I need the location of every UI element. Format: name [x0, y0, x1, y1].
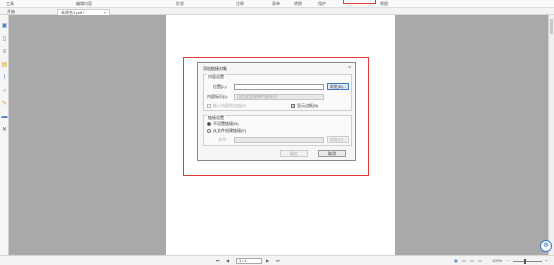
comment-icon[interactable]: ▤: [1, 62, 8, 69]
page-thumbnail-icon[interactable]: ▣: [1, 23, 8, 30]
ribbon-group-tools[interactable]: 工具: [6, 1, 14, 6]
page-number-input[interactable]: 1 / 1: [236, 258, 262, 264]
embed-content-checkbox[interactable]: [207, 104, 211, 108]
cancel-button[interactable]: 取消: [318, 150, 346, 157]
location-input[interactable]: [234, 84, 324, 90]
file-input[interactable]: [234, 137, 324, 143]
ribbon-group-convert[interactable]: 转换: [294, 1, 302, 6]
fit-view-icon[interactable]: ▭: [478, 258, 482, 263]
signature-icon[interactable]: ✎: [1, 101, 8, 108]
search-icon[interactable]: ○: [1, 88, 8, 95]
single-page-view-icon[interactable]: ▣: [454, 258, 458, 263]
two-page-view-icon[interactable]: ▭: [462, 258, 466, 263]
tab-home[interactable]: 开始: [4, 9, 54, 15]
content-input[interactable]: 可在这里选择内容标识: [234, 94, 324, 100]
show-border-label: 显示边框(B): [297, 103, 319, 108]
prev-page-icon[interactable]: ◀: [226, 258, 229, 263]
embed-content-label: 嵌入内容到文档(E): [213, 103, 247, 108]
next-page-icon[interactable]: ▶: [266, 258, 269, 263]
floating-assistant-button[interactable]: ⊕: [540, 240, 552, 252]
tools-icon[interactable]: ✕: [1, 127, 8, 134]
first-page-icon[interactable]: ⏮: [216, 258, 220, 263]
zoom-in-icon[interactable]: +: [545, 258, 547, 263]
tab-document[interactable]: 未命名1.pdf * ×: [57, 9, 110, 15]
file-browse-button[interactable]: 浏览(R)...: [327, 136, 349, 143]
scroll-view-icon[interactable]: ▭: [470, 258, 474, 263]
zoom-out-icon[interactable]: −: [507, 258, 509, 263]
stamp-icon[interactable]: ▬: [1, 114, 8, 121]
ribbon-group-view[interactable]: 视图: [380, 1, 388, 6]
no-link-label: 不设置链接(N): [213, 121, 239, 126]
source-section: 内容设置 位置(L): 浏览(B)... 内容标识(I): 可在这里选择内容标识…: [203, 74, 352, 111]
browse-button[interactable]: 浏览(B)...: [327, 83, 349, 90]
content-label: 内容标识(I):: [207, 94, 228, 99]
attachment-icon[interactable]: ⌇: [1, 75, 8, 82]
file-link-radio[interactable]: [207, 129, 211, 133]
ribbon-group-protect[interactable]: 保护: [318, 1, 326, 6]
ribbon-group-forms[interactable]: 表单: [272, 1, 280, 6]
no-link-radio[interactable]: [207, 122, 211, 126]
link-section: 链接设置 不设置链接(N) 从文件创建链接(F) 文件: 浏览(R)...: [203, 115, 352, 146]
left-toolbar: ▣ ▯ ≡ ▤ ⌇ ○ ✎ ▬ ✕: [0, 15, 9, 265]
document-tabs: 开始 未命名1.pdf * ×: [0, 8, 554, 15]
ribbon-group-shapes[interactable]: 形状: [176, 1, 184, 6]
vertical-scrollbar[interactable]: [548, 15, 554, 255]
file-link-label: 从文件创建链接(F): [213, 128, 247, 133]
ribbon-group-annotate[interactable]: 注释: [236, 1, 244, 6]
show-border-checkbox[interactable]: [291, 103, 295, 108]
tab-home-label: 开始: [7, 9, 15, 14]
scrollbar-thumb[interactable]: [550, 19, 553, 34]
ribbon: 工具 编辑内容 形状 注释 表单 转换 保护 视图: [0, 0, 554, 8]
zoom-slider-thumb[interactable]: [524, 259, 526, 264]
status-bar: ⏮ ◀ 1 / 1 ▶ ⏭ ▣ ▭ ▭ ▭ 100% − +: [0, 255, 554, 265]
ok-button[interactable]: 确定: [280, 150, 308, 157]
bookmark-icon[interactable]: ▯: [1, 36, 8, 43]
zoom-slider[interactable]: [513, 261, 542, 262]
tab-close-icon[interactable]: ×: [104, 10, 106, 16]
last-page-icon[interactable]: ⏭: [276, 258, 280, 263]
add-link-dialog: 添加链接对象 × 内容设置 位置(L): 浏览(B)... 内容标识(I): 可…: [197, 62, 356, 161]
ribbon-group-edit[interactable]: 编辑内容: [76, 1, 92, 6]
dialog-title: 添加链接对象: [203, 66, 227, 71]
file-label: 文件:: [218, 137, 228, 142]
ribbon-selected-group[interactable]: [343, 0, 376, 4]
dialog-close-icon[interactable]: ×: [348, 65, 351, 71]
location-label: 位置(L):: [213, 84, 227, 89]
layers-icon[interactable]: ≡: [1, 49, 8, 56]
source-section-legend: 内容设置: [207, 74, 225, 80]
tab-document-label: 未命名1.pdf *: [61, 10, 85, 15]
zoom-level[interactable]: 100%: [492, 258, 502, 263]
